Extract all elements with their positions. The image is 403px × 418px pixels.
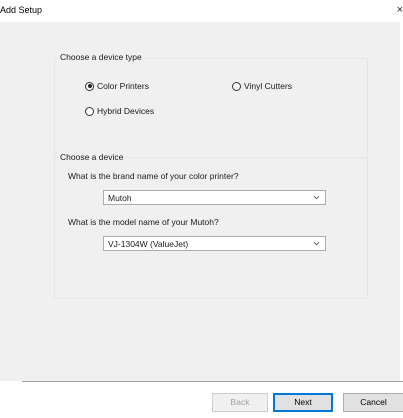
radio-vinyl-cutters[interactable]: Vinyl Cutters xyxy=(232,81,292,91)
model-question: What is the model name of your Mutoh? xyxy=(68,217,219,227)
radio-color-printers[interactable]: Color Printers xyxy=(85,81,149,91)
device-type-group-label: Choose a device type xyxy=(58,52,144,62)
window-title: Add Setup xyxy=(0,5,43,15)
device-group-label: Choose a device xyxy=(58,152,126,162)
brand-dropdown-value: Mutoh xyxy=(108,193,132,203)
radio-unselected-icon xyxy=(85,106,94,116)
radio-unselected-icon xyxy=(232,81,241,91)
back-button[interactable]: Back xyxy=(212,393,268,412)
brand-question: What is the brand name of your color pri… xyxy=(68,171,239,181)
radio-vinyl-cutters-label: Vinyl Cutters xyxy=(244,81,293,91)
brand-dropdown[interactable]: Mutoh xyxy=(103,190,326,205)
radio-selected-icon xyxy=(85,81,94,91)
add-setup-dialog: Add Setup × Choose a device type Color P… xyxy=(0,0,403,418)
cancel-button[interactable]: Cancel xyxy=(343,393,403,412)
chevron-down-icon xyxy=(313,241,320,246)
radio-hybrid-devices[interactable]: Hybrid Devices xyxy=(85,106,154,116)
dialog-body: Choose a device type Color Printers Viny… xyxy=(0,22,400,381)
model-dropdown[interactable]: VJ-1304W (ValueJet) xyxy=(103,236,326,251)
radio-hybrid-devices-label: Hybrid Devices xyxy=(97,106,155,116)
close-icon[interactable]: × xyxy=(393,0,403,22)
radio-color-printers-label: Color Printers xyxy=(97,81,149,91)
title-bar: Add Setup × xyxy=(0,0,403,22)
chevron-down-icon xyxy=(313,195,320,200)
model-dropdown-value: VJ-1304W (ValueJet) xyxy=(108,239,189,249)
next-button[interactable]: Next xyxy=(273,393,333,412)
